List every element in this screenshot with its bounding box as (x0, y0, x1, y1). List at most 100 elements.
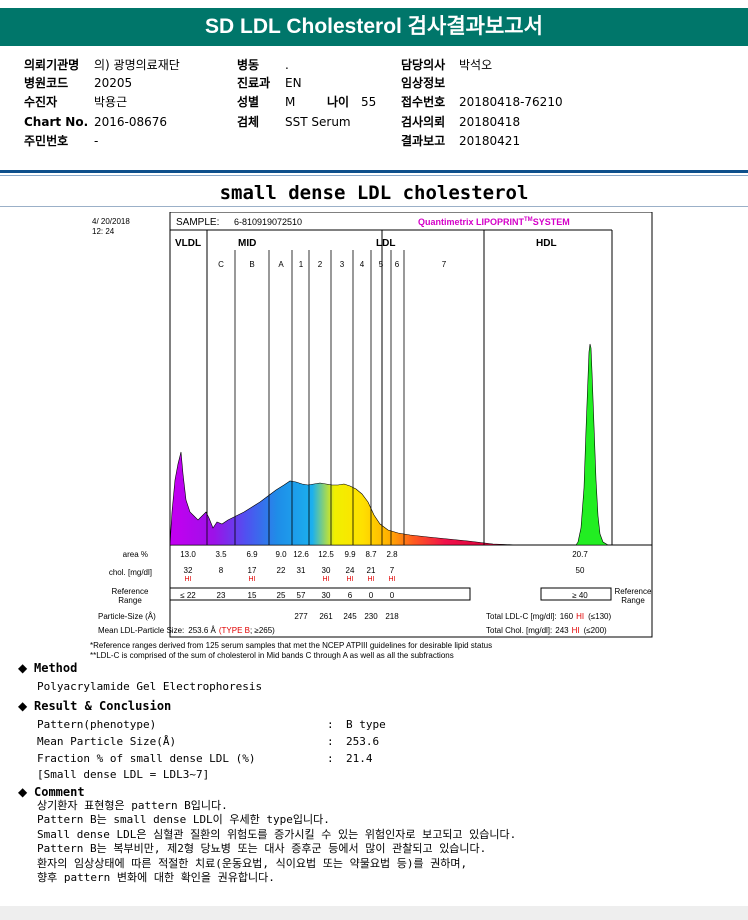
area-value-hdl: 20.7 (572, 550, 588, 559)
chol-value: 8 (219, 566, 224, 575)
hi-flag: HI (323, 576, 330, 583)
chol-value: 7 (390, 566, 395, 575)
chol-value: 30 (322, 566, 331, 575)
reference-value: 23 (217, 591, 226, 600)
area-value: 12.6 (293, 550, 309, 559)
method-heading: ◆ Method (18, 661, 78, 675)
area-value: 6.9 (246, 550, 258, 559)
comment-line: Pattern B는 small dense LDL이 우세한 type입니다. (37, 813, 330, 827)
sample-id: 6-810919072510 (234, 217, 302, 227)
result-row-key: Mean Particle Size(Å) (37, 735, 177, 748)
mid-band-label: C (218, 260, 224, 269)
lipoprint-chart: 4/ 20/2018 12: 24 SAMPLE: 6-810919072510… (88, 211, 662, 640)
reference-value: 0 (390, 591, 395, 600)
result-row-colon: : (327, 735, 334, 748)
diamond-bullet-icon: ◆ (18, 699, 28, 713)
result-row-key: Fraction % of small dense LDL (%) (37, 752, 256, 765)
ldl-band-label: 7 (442, 260, 447, 269)
area-value: 2.8 (386, 550, 398, 559)
report-date: 4/ 20/2018 (92, 217, 130, 226)
chol-value-hdl: 50 (576, 566, 585, 575)
total-chol: Total Chol. [mg/dl]: 243 HI (≤200) (486, 626, 607, 635)
result-row-value: 253.6 (346, 735, 380, 748)
reference-value: ≤ 22 (180, 591, 196, 600)
sample-label: SAMPLE: (176, 217, 219, 228)
reference-label-right: Reference (615, 587, 652, 596)
result-row-colon: : (327, 718, 334, 731)
reference-value: 6 (348, 591, 353, 600)
hi-flag: HI (185, 576, 192, 583)
ldl-band-label: 4 (360, 260, 365, 269)
comment-line: 향후 pattern 변화에 대한 확인을 권유합니다. (37, 871, 275, 885)
chol-value: 21 (367, 566, 376, 575)
report-title-bar: SD LDL Cholesterol 검사결과보고서 (0, 8, 748, 46)
particle-size-value: 277 (294, 612, 308, 621)
area-value: 3.5 (215, 550, 227, 559)
footnotes: *Reference ranges derived from 125 serum… (90, 641, 492, 661)
hi-flag: HI (249, 576, 256, 583)
area-value: 9.0 (275, 550, 287, 559)
total-ldl: Total LDL-C [mg/dl]: 160 HI (≤130) (486, 612, 611, 621)
lipoprint-chart-svg: 4/ 20/2018 12: 24 SAMPLE: 6-810919072510… (92, 211, 653, 638)
chol-value: 17 (248, 566, 257, 575)
reference-value: 30 (322, 591, 331, 600)
ldl-band-label: 6 (395, 260, 400, 269)
result-row-value: B type (346, 718, 386, 731)
group-label-hdl: HDL (536, 238, 557, 249)
diamond-bullet-icon: ◆ (18, 661, 28, 675)
group-label-mid: MID (238, 238, 256, 249)
report-title: SD LDL Cholesterol 검사결과보고서 (205, 15, 543, 38)
particle-size-value: 218 (385, 612, 399, 621)
footnote: *Reference ranges derived from 125 serum… (90, 641, 493, 650)
area-row-label: area % (123, 550, 148, 559)
chol-row-label: chol. [mg/dl] (109, 568, 152, 577)
divider (0, 175, 748, 176)
reference-row-label: Reference (112, 587, 149, 596)
comment-line: 환자의 임상상태에 따른 적절한 치료(운동요법, 식이요법 또는 약물요법 등… (37, 856, 468, 870)
particle-size-value: 245 (343, 612, 357, 621)
group-label-vldl: VLDL (175, 238, 201, 249)
area-value: 13.0 (180, 550, 196, 559)
method-text: Polyacrylamide Gel Electrophoresis (37, 680, 263, 693)
particle-size-label: Particle-Size (Å) (98, 612, 156, 621)
reference-value: 57 (297, 591, 306, 600)
area-value: 12.5 (318, 550, 334, 559)
chol-value: 24 (346, 566, 355, 575)
page-footer-bar (0, 906, 748, 920)
diamond-bullet-icon: ◆ (18, 785, 28, 799)
ldl-band-label: 5 (379, 260, 384, 269)
hi-flag: HI (389, 576, 396, 583)
result-heading: ◆ Result & Conclusion (18, 699, 172, 713)
chart-title: small dense LDL cholesterol (219, 182, 529, 204)
range-label-right: Range (621, 596, 645, 605)
reference-value: 15 (248, 591, 257, 600)
mid-band-label: A (278, 260, 284, 269)
range-row-label: Range (118, 596, 142, 605)
chol-value: 31 (297, 566, 306, 575)
reference-value: 25 (277, 591, 286, 600)
result-row-value: 21.4 (346, 752, 373, 765)
result-note: [Small dense LDL = LDL3~7] (37, 768, 210, 781)
result-row-colon: : (327, 752, 334, 765)
reference-value-hdl: ≥ 40 (572, 591, 588, 600)
reference-value: 0 (369, 591, 374, 600)
system-name: Quantimetrix LIPOPRINTTMSYSTEM (418, 217, 570, 227)
divider (0, 170, 748, 173)
divider (0, 206, 748, 207)
mid-band-label: B (249, 260, 254, 269)
comment-heading: ◆ Comment (18, 785, 85, 799)
chol-value: 32 (184, 566, 193, 575)
hi-flag: HI (347, 576, 354, 583)
particle-size-value: 230 (364, 612, 378, 621)
result-row-key: Pattern(phenotype) (37, 718, 157, 731)
report-time: 12: 24 (92, 227, 115, 236)
area-value: 8.7 (365, 550, 377, 559)
footnote: **LDL-C is comprised of the sum of chole… (90, 651, 454, 660)
comment-body: 상기환자 표현형은 pattern B입니다. Pattern B는 small… (37, 799, 516, 885)
ldl-band-label: 3 (340, 260, 345, 269)
comment-line: Pattern B는 복부비만, 제2형 당뇨병 또는 대사 증후군 등에서 많… (37, 842, 487, 856)
group-label-ldl: LDL (376, 238, 395, 249)
comment-line: Small dense LDL은 심혈관 질환의 위험도를 증가시킬 수 있는 … (37, 827, 517, 841)
area-value: 9.9 (344, 550, 356, 559)
comment-line: 상기환자 표현형은 pattern B입니다. (37, 799, 228, 812)
